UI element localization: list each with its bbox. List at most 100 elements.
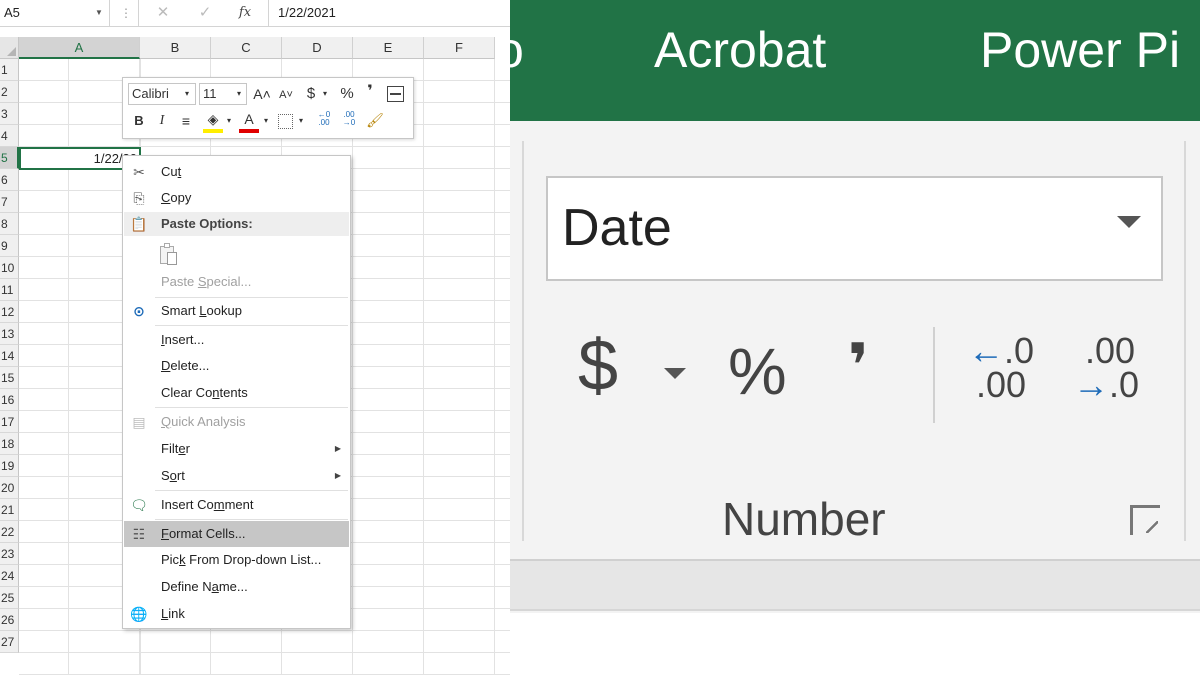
column-header-f[interactable]: F <box>424 37 495 59</box>
column-header-c[interactable]: C <box>211 37 282 59</box>
row-header-11[interactable]: 11 <box>0 279 19 301</box>
font-name-dropdown-icon[interactable]: ▾ <box>181 84 193 104</box>
tab-partial[interactable]: o <box>510 22 524 78</box>
row-header-22[interactable]: 22 <box>0 521 19 543</box>
row-header-12[interactable]: 12 <box>0 301 19 323</box>
menu-item-label: Paste Special... <box>161 274 252 289</box>
decrease-decimal-icon[interactable]: .00 →0 <box>338 111 360 127</box>
increase-decimal-icon[interactable]: ←0 .00 <box>313 111 335 127</box>
formula-bar-grip-icon[interactable]: ⋮ <box>120 0 132 26</box>
comma-style-icon[interactable]: ❜ <box>848 326 869 406</box>
accounting-format-icon[interactable]: $ <box>303 84 319 104</box>
menu-item-label: Define Name... <box>161 579 248 594</box>
name-box-dropdown-icon[interactable]: ▼ <box>93 0 105 26</box>
select-all-button[interactable] <box>0 37 19 59</box>
row-header-25[interactable]: 25 <box>0 587 19 609</box>
menu-item-format-cells[interactable]: ☷ Format Cells... <box>124 521 349 547</box>
row-header-13[interactable]: 13 <box>0 323 19 345</box>
accounting-format-icon[interactable]: $ <box>578 326 618 406</box>
font-color-icon[interactable]: A <box>239 109 259 133</box>
row-header-2[interactable]: 2 <box>0 81 19 103</box>
fill-color-dropdown-icon[interactable]: ▾ <box>224 111 234 131</box>
menu-item-insert-comment[interactable]: 🗨 Insert Comment <box>124 492 349 518</box>
center-align-icon[interactable]: ≡ <box>177 111 195 131</box>
menu-item-sort[interactable]: Sort ▶ <box>124 463 349 489</box>
decrease-font-size-icon[interactable]: A˅ <box>277 85 295 105</box>
formula-input[interactable]: 1/22/2021 <box>278 0 508 26</box>
row-header-8[interactable]: 8 <box>0 213 19 235</box>
row-header-1[interactable]: 1 <box>0 59 19 81</box>
column-header-a[interactable]: A <box>19 37 140 59</box>
column-header-b[interactable]: B <box>140 37 211 59</box>
menu-item-filter[interactable]: Filter ▶ <box>124 436 349 462</box>
menu-item-label: Delete... <box>161 358 210 373</box>
paste-option-icon[interactable] <box>158 242 180 268</box>
percent-style-icon[interactable]: % <box>337 84 357 104</box>
font-size-dropdown-icon[interactable]: ▾ <box>233 84 245 104</box>
increase-font-size-icon[interactable]: A˄ <box>253 84 271 104</box>
fill-color-icon[interactable]: ◈ <box>203 109 223 133</box>
row-header-20[interactable]: 20 <box>0 477 19 499</box>
row-header-14[interactable]: 14 <box>0 345 19 367</box>
menu-item-insert[interactable]: Insert... <box>124 327 349 353</box>
accounting-format-dropdown-icon[interactable]: ▾ <box>320 84 330 104</box>
menu-item-delete[interactable]: Delete... <box>124 353 349 379</box>
row-header-9[interactable]: 9 <box>0 235 19 257</box>
borders-dropdown-icon[interactable]: ▾ <box>296 111 306 131</box>
cancel-icon[interactable]: ✕ <box>150 0 176 26</box>
bold-button[interactable]: B <box>130 111 148 131</box>
ribbon-bottom-border <box>510 559 1200 611</box>
row-header-27[interactable]: 27 <box>0 631 19 653</box>
row-header-5[interactable]: 5 <box>0 147 19 169</box>
row-header-21[interactable]: 21 <box>0 499 19 521</box>
row-header-3[interactable]: 3 <box>0 103 19 125</box>
row-header-23[interactable]: 23 <box>0 543 19 565</box>
menu-item-paste-special[interactable]: Paste Special... <box>124 269 349 295</box>
percent-style-icon[interactable]: % <box>728 331 787 411</box>
menu-item-define-name[interactable]: Define Name... <box>124 574 349 600</box>
row-header-24[interactable]: 24 <box>0 565 19 587</box>
increase-decimal-icon[interactable]: ←.0 .00 <box>968 333 1048 404</box>
number-format-dropdown[interactable]: Date <box>546 176 1163 281</box>
row-header-15[interactable]: 15 <box>0 367 19 389</box>
row-header-26[interactable]: 26 <box>0 609 19 631</box>
menu-item-copy[interactable]: ⎘ Copy <box>124 185 349 211</box>
decrease-decimal-icon[interactable]: .00 →.0 <box>1073 333 1153 404</box>
insert-function-icon[interactable]: fx <box>232 0 258 26</box>
tab-power-pivot[interactable]: Power Pi <box>980 22 1180 78</box>
mini-toolbar: Calibri ▾ 11 ▾ A˄ A˅ $ ▾ % ❜ B I ≡ ◈ ▾ A… <box>122 77 414 139</box>
row-header-6[interactable]: 6 <box>0 169 19 191</box>
row-header-19[interactable]: 19 <box>0 455 19 477</box>
row-header-7[interactable]: 7 <box>0 191 19 213</box>
row-header-16[interactable]: 16 <box>0 389 19 411</box>
row-header-17[interactable]: 17 <box>0 411 19 433</box>
italic-button[interactable]: I <box>153 111 171 131</box>
dialog-launcher-icon[interactable] <box>1130 505 1160 535</box>
menu-item-label: Pick From Drop-down List... <box>161 552 322 567</box>
submenu-arrow-icon: ▶ <box>334 471 341 480</box>
column-header-e[interactable]: E <box>353 37 424 59</box>
merge-center-icon[interactable] <box>387 86 404 102</box>
row-header-4[interactable]: 4 <box>0 125 19 147</box>
borders-icon[interactable] <box>278 114 293 129</box>
format-painter-icon[interactable]: 🖌 <box>365 110 385 130</box>
font-color-dropdown-icon[interactable]: ▾ <box>261 111 271 131</box>
menu-item-link[interactable]: 🌐 Link <box>124 601 349 627</box>
ribbon-separator <box>933 327 935 423</box>
scissors-icon: ✂ <box>133 164 145 180</box>
menu-item-cut[interactable]: ✂ Cut <box>124 159 349 185</box>
menu-item-smart-lookup[interactable]: ⊙ Smart Lookup <box>124 298 349 324</box>
smart-lookup-icon: ⊙ <box>133 303 145 319</box>
tab-acrobat[interactable]: Acrobat <box>654 22 826 78</box>
menu-item-clear-contents[interactable]: Clear Contents <box>124 380 349 406</box>
chevron-down-icon[interactable] <box>1117 216 1141 228</box>
accounting-dropdown-icon[interactable] <box>664 368 686 379</box>
row-header-10[interactable]: 10 <box>0 257 19 279</box>
menu-item-quick-analysis[interactable]: ▤ Quick Analysis <box>124 409 349 435</box>
menu-item-label: Cut <box>161 164 182 179</box>
menu-item-pick-from-list[interactable]: Pick From Drop-down List... <box>124 547 349 573</box>
comma-style-icon[interactable]: ❜ <box>363 82 377 102</box>
column-header-d[interactable]: D <box>282 37 353 59</box>
row-header-18[interactable]: 18 <box>0 433 19 455</box>
enter-icon[interactable]: ✓ <box>192 0 218 26</box>
